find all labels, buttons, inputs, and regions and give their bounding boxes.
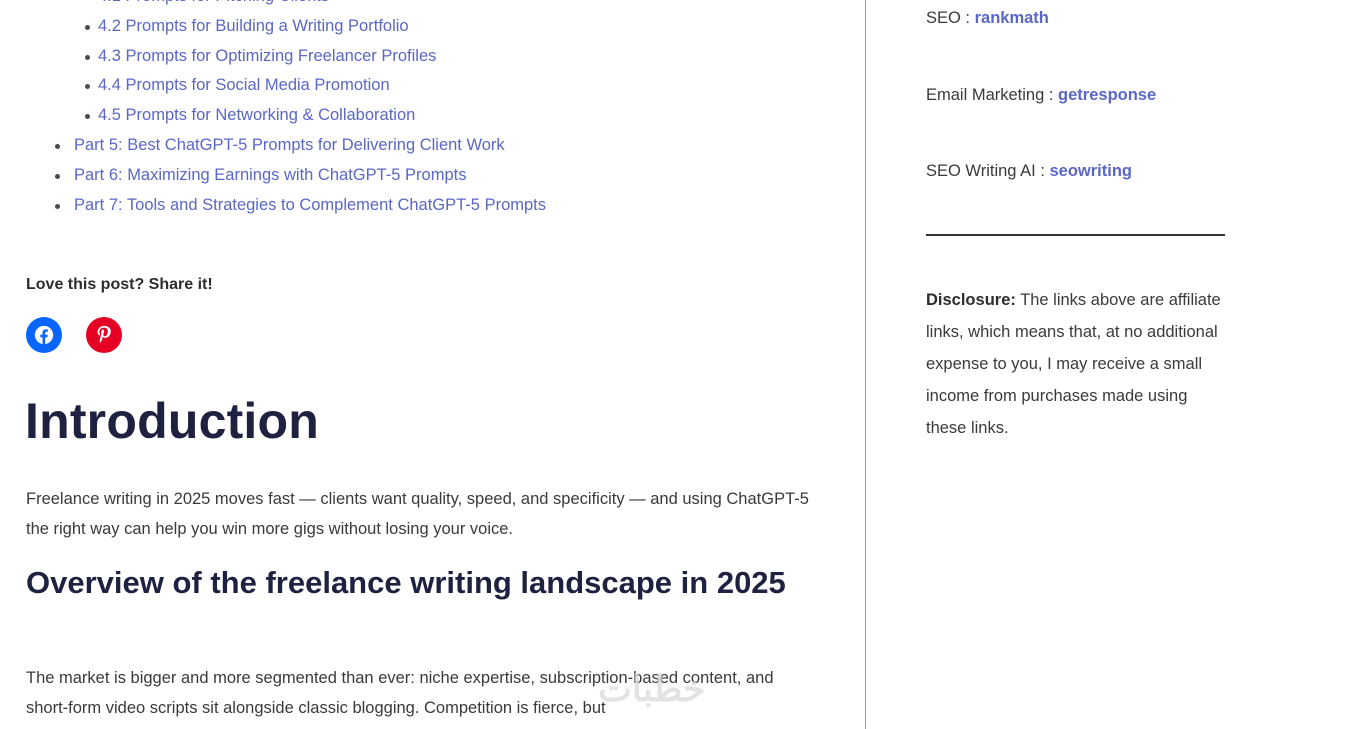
main-content: 4.1 Prompts for Pitching Clients 4.2 Prom… [0,0,866,729]
pinterest-icon [97,325,111,343]
toc-item: 4.1 Prompts for Pitching Clients [26,0,826,12]
toc-item: 4.2 Prompts for Building a Writing Portf… [26,12,826,42]
overview-heading: Overview of the freelance writing landsc… [26,565,786,600]
watermark-logo: خطبات [598,668,706,709]
table-of-contents: 4.1 Prompts for Pitching Clients 4.2 Prom… [26,0,826,220]
intro-paragraph: Freelance writing in 2025 moves fast — c… [26,490,809,538]
toc-item: 4.4 Prompts for Social Media Promotion [26,71,826,101]
toc-link[interactable]: 4.1 Prompts for Pitching Clients [98,0,329,5]
toc-link[interactable]: 4.4 Prompts for Social Media Promotion [98,76,390,94]
disclosure-text: Disclosure: The links above are affiliat… [926,284,1226,444]
share-title: Love this post? Share it! [26,276,213,293]
toc-link[interactable]: 4.2 Prompts for Building a Writing Portf… [98,17,409,35]
toc-item: 4.3 Prompts for Optimizing Freelancer Pr… [26,42,826,72]
toc-list: 4.1 Prompts for Pitching Clients 4.2 Prom… [26,0,826,220]
toc-link[interactable]: 4.3 Prompts for Optimizing Freelancer Pr… [98,47,436,65]
toc-item: Part 6: Maximizing Earnings with ChatGPT… [26,161,826,191]
facebook-share-button[interactable] [26,317,62,353]
toc-link[interactable]: Part 6: Maximizing Earnings with ChatGPT… [74,166,466,184]
column-divider [865,0,866,729]
pinterest-share-button[interactable] [86,317,122,353]
rankmath-link[interactable]: rankmath [975,9,1049,27]
toc-item: Part 5: Best ChatGPT-5 Prompts for Deliv… [26,131,826,161]
sidebar-separator [926,234,1225,236]
tool-label: SEO Writing AI : [926,162,1050,180]
introduction-heading: Introduction [25,393,320,449]
toc-item: 4.5 Prompts for Networking & Collaborati… [26,101,826,131]
tool-label: SEO : [926,9,975,27]
sidebar-tool-seo-writing: SEO Writing AI : seowriting [926,162,1132,181]
disclosure-body: The links above are affiliate links, whi… [926,291,1221,437]
tool-label: Email Marketing : [926,86,1059,104]
sidebar-tool-email: Email Marketing : getresponse [926,86,1156,105]
facebook-icon [34,325,54,345]
toc-link[interactable]: Part 7: Tools and Strategies to Compleme… [74,196,546,214]
seowriting-link[interactable]: seowriting [1049,162,1132,180]
disclosure-label: Disclosure: [926,291,1016,309]
sidebar-tool-seo: SEO : rankmath [926,9,1049,28]
toc-link[interactable]: 4.5 Prompts for Networking & Collaborati… [98,106,415,124]
toc-link[interactable]: Part 5: Best ChatGPT-5 Prompts for Deliv… [74,136,505,154]
toc-item: Part 7: Tools and Strategies to Compleme… [26,191,826,221]
getresponse-link[interactable]: getresponse [1058,86,1156,104]
